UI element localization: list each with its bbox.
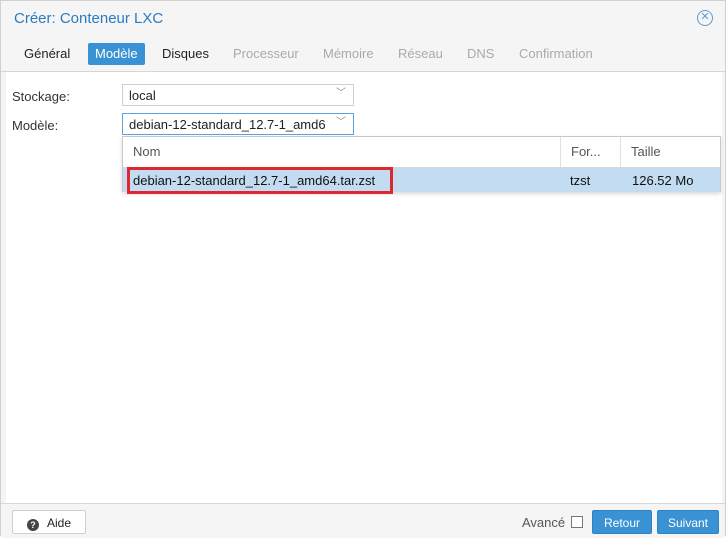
advanced-label: Avancé	[522, 515, 566, 530]
column-size[interactable]: Taille	[621, 137, 720, 167]
storage-select[interactable]: local ﹀	[122, 84, 354, 106]
tab-confirmation[interactable]: Confirmation	[512, 43, 600, 65]
next-button[interactable]: Suivant	[657, 510, 719, 534]
template-value: debian-12-standard_12.7-1_amd6	[129, 117, 326, 132]
tab-bar: Général Modèle Disques Processeur Mémoir…	[1, 39, 725, 72]
column-format[interactable]: For...	[561, 137, 621, 167]
tab-memory[interactable]: Mémoire	[316, 43, 381, 65]
selection-highlight	[127, 167, 393, 194]
title-bar: Créer: Conteneur LXC ✕	[1, 1, 725, 37]
column-name[interactable]: Nom	[123, 137, 561, 167]
template-label: Modèle:	[12, 118, 59, 133]
chevron-down-icon[interactable]: ﹀	[335, 87, 347, 101]
tab-network[interactable]: Réseau	[391, 43, 450, 65]
help-button[interactable]: ? Aide	[12, 510, 86, 534]
back-button[interactable]: Retour	[592, 510, 652, 534]
tab-dns[interactable]: DNS	[460, 43, 501, 65]
tab-disks[interactable]: Disques	[155, 43, 216, 65]
help-icon: ?	[26, 519, 39, 531]
help-label: Aide	[46, 516, 72, 530]
dialog-footer: ? Aide Avancé Retour Suivant	[1, 503, 725, 538]
row-size: 126.52 Mo	[632, 173, 694, 188]
storage-value: local	[129, 88, 156, 103]
dialog-title: Créer: Conteneur LXC	[14, 10, 164, 27]
tab-processor[interactable]: Processeur	[226, 43, 306, 65]
tab-general[interactable]: Général	[17, 43, 77, 65]
storage-label: Stockage:	[12, 89, 70, 104]
template-select[interactable]: debian-12-standard_12.7-1_amd6 ﹀	[122, 113, 354, 135]
row-format: tzst	[570, 173, 591, 188]
dialog-window: Créer: Conteneur LXC ✕ Général Modèle Di…	[0, 0, 726, 538]
advanced-checkbox[interactable]	[571, 516, 583, 528]
dropdown-header: Nom For... Taille	[123, 137, 720, 168]
close-icon[interactable]: ✕	[697, 10, 713, 26]
chevron-down-icon[interactable]: ﹀	[335, 116, 347, 130]
tab-template[interactable]: Modèle	[88, 43, 145, 65]
